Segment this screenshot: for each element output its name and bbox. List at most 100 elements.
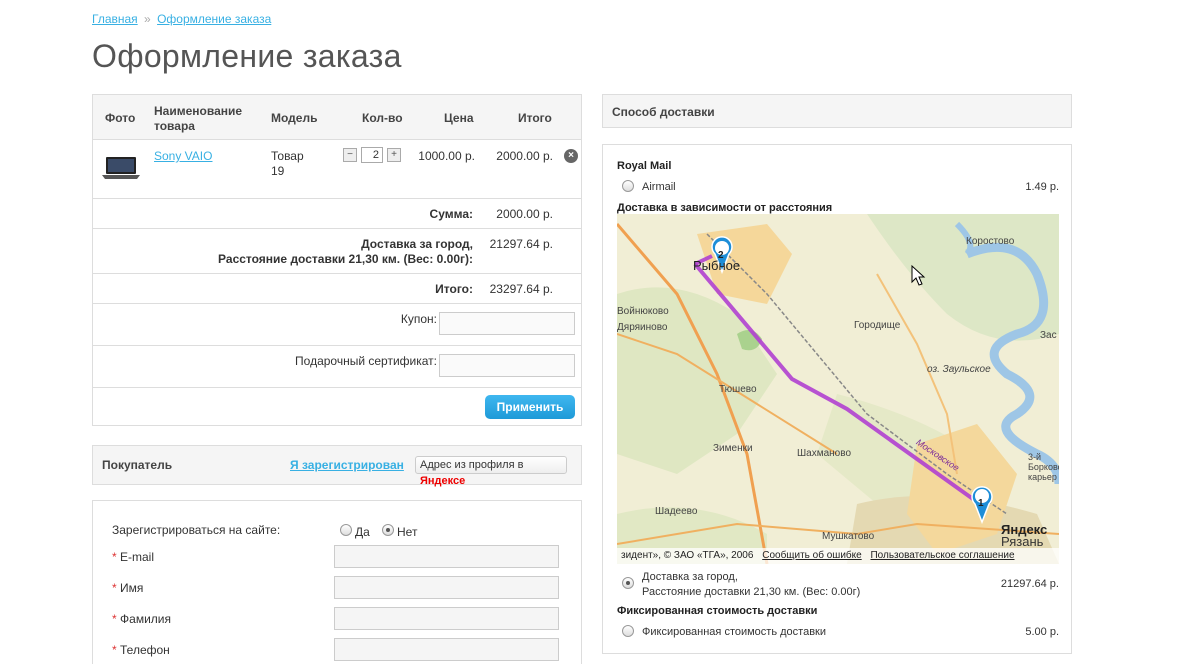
header-price: Цена (444, 111, 474, 125)
map-report-error-link[interactable]: Сообщить об ошибке (762, 550, 861, 561)
register-yes-radio[interactable] (340, 524, 352, 536)
name-label: * Имя (112, 581, 143, 595)
remove-item-icon[interactable]: × (564, 149, 578, 163)
name-label-text: Имя (120, 581, 144, 595)
map-place-shakhmanovo: Шахманово (797, 448, 852, 459)
fixed-option-label: Фиксированная стоимость доставки (642, 626, 826, 638)
required-mark: * (112, 612, 117, 626)
divider (93, 303, 581, 304)
product-model-line1: Товар (271, 149, 304, 163)
shipping-header: Способ доставки (602, 94, 1072, 128)
yandex-button-text: Адрес из профиля в (420, 459, 524, 471)
email-label: * E-mail (112, 550, 154, 564)
fixed-radio[interactable] (622, 625, 634, 637)
map-place-korostovo: Коростово (966, 236, 1015, 247)
breadcrumb-current-link[interactable]: Оформление заказа (157, 12, 271, 26)
coupon-input[interactable] (439, 312, 575, 335)
sum-label: Сумма: (429, 207, 473, 221)
required-mark: * (112, 643, 117, 657)
divider (93, 387, 581, 388)
certificate-input[interactable] (439, 354, 575, 377)
airmail-radio[interactable] (622, 180, 634, 192)
header-model: Модель (271, 111, 318, 125)
email-label-text: E-mail (120, 550, 155, 564)
map-place-karier: 3-й Борковский карьер (1028, 452, 1059, 482)
header-qty: Кол-во (362, 111, 403, 125)
page-title: Оформление заказа (92, 38, 402, 74)
divider (93, 345, 581, 346)
distance-option-line1: Доставка за город, (642, 571, 738, 583)
register-label: Зарегистрироваться на сайте: (112, 523, 281, 537)
divider (93, 228, 581, 229)
registered-link[interactable]: Я зарегистрирован (290, 458, 404, 472)
divider (93, 198, 581, 199)
map-agreement-link[interactable]: Пользовательское соглашение (870, 550, 1014, 561)
required-mark: * (112, 581, 117, 595)
map-place-zimenki: Зименки (713, 443, 753, 454)
distance-radio[interactable] (622, 577, 634, 589)
surname-label: * Фамилия (112, 612, 171, 626)
phone-field[interactable] (334, 638, 559, 661)
total-value: 23297.64 р. (489, 282, 553, 296)
yandex-profile-button[interactable]: Адрес из профиля в Яндексе (415, 456, 567, 487)
total-label: Итого: (435, 282, 473, 296)
map-city: Рязань (1001, 534, 1044, 549)
register-no-label: Нет (397, 525, 418, 539)
fixed-title: Фиксированная стоимость доставки (617, 605, 818, 617)
delivery-label-line1: Доставка за город, (361, 237, 473, 251)
header-photo: Фото (105, 111, 136, 125)
qty-input[interactable]: 2 (361, 147, 383, 163)
apply-button[interactable]: Применить (485, 395, 575, 419)
map-place-shadeevo: Шадеево (655, 506, 698, 517)
required-mark: * (112, 550, 117, 564)
map-place-zaulskoe: оз. Заульское (927, 364, 991, 375)
breadcrumb-home-link[interactable]: Главная (92, 12, 138, 26)
header-name-line1: Наименование (154, 104, 243, 118)
map-place-rybnoe: Рыбное (693, 258, 741, 273)
divider (93, 273, 581, 274)
route-map[interactable]: 2 1 Рыбное Коростово Войнюково Дяряиново… (617, 214, 1059, 564)
delivery-label-line2: Расстояние доставки 21,30 км. (Вес: 0.00… (218, 252, 473, 266)
map-copyright: зидент», © ЗАО «ТГА», 2006 (621, 550, 754, 561)
breadcrumb: Главная » Оформление заказа (92, 12, 271, 26)
laptop-icon[interactable] (101, 155, 141, 181)
buyer-form: Зарегистрироваться на сайте: Да Нет * E-… (92, 500, 582, 664)
sum-value: 2000.00 р. (496, 207, 553, 221)
shipping-methods: Royal Mail Airmail 1.49 р. Доставка в за… (602, 144, 1072, 654)
email-field[interactable] (334, 545, 559, 568)
delivery-value: 21297.64 р. (489, 237, 553, 251)
airmail-label: Airmail (642, 181, 676, 193)
cart-header: Фото Наименование товара Модель Кол-во Ц… (93, 95, 581, 140)
certificate-label: Подарочный сертификат: (295, 354, 437, 368)
surname-label-text: Фамилия (120, 612, 171, 626)
phone-label: * Телефон (112, 643, 170, 657)
distance-title: Доставка в зависимости от расстояния (617, 202, 833, 214)
airmail-price: 1.49 р. (1025, 181, 1059, 193)
product-name-link[interactable]: Sony VAIO (154, 149, 212, 163)
phone-label-text: Телефон (120, 643, 170, 657)
map-place-zas: Зас (1040, 330, 1057, 341)
map-place-voynyukovo: Войнюково (617, 306, 669, 317)
shipping-title: Способ доставки (612, 105, 715, 119)
map-place-gorodishche: Городище (854, 320, 901, 331)
distance-option-line2: Расстояние доставки 21,30 км. (Вес: 0.00… (642, 586, 861, 598)
qty-minus-button[interactable]: − (343, 148, 357, 162)
royal-mail-title: Royal Mail (617, 160, 672, 172)
fixed-price: 5.00 р. (1025, 626, 1059, 638)
distance-price: 21297.64 р. (1000, 578, 1059, 590)
map-footer: зидент», © ЗАО «ТГА», 2006 Сообщить об о… (617, 548, 1059, 564)
buyer-header: Покупатель Я зарегистрирован Адрес из пр… (92, 445, 582, 487)
breadcrumb-separator: » (144, 12, 151, 26)
cart-table: Фото Наименование товара Модель Кол-во Ц… (92, 94, 582, 426)
register-yes-label: Да (355, 525, 370, 539)
map-place-mushkatovo: Мушкатово (822, 531, 875, 542)
product-price: 1000.00 р. (418, 149, 475, 163)
register-no-radio[interactable] (382, 524, 394, 536)
map-place-tyushevo: Тюшево (719, 384, 757, 395)
surname-field[interactable] (334, 607, 559, 630)
product-total: 2000.00 р. (496, 149, 553, 163)
header-total: Итого (518, 111, 552, 125)
name-field[interactable] (334, 576, 559, 599)
buyer-title: Покупатель (102, 458, 173, 472)
yandex-logo: Яндексе (420, 475, 466, 487)
